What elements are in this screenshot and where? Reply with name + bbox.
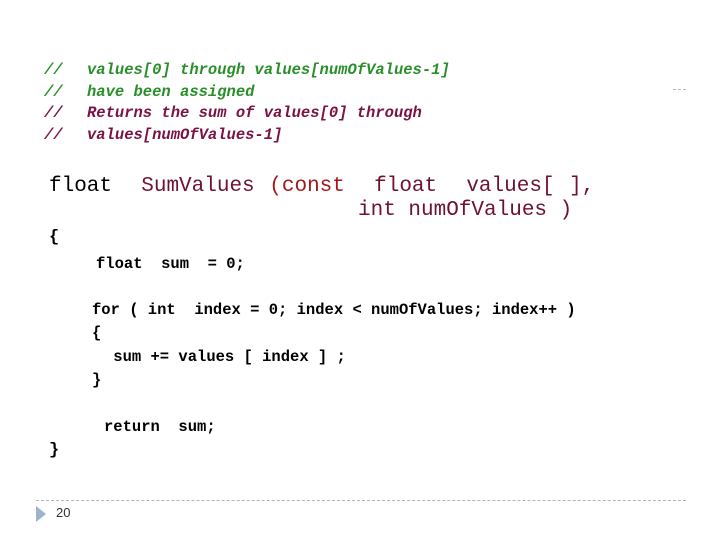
comment-line: // Returns the sum of values[0] through [44, 103, 450, 125]
slide: // values[0] through values[numOfValues-… [0, 0, 720, 540]
param-num-of-values: int numOfValues ) [358, 199, 573, 222]
comment-prefix: // [44, 104, 63, 122]
function-signature: float SumValues (const float values[ ], [49, 175, 594, 199]
function-close-brace: } [49, 441, 60, 460]
function-open-brace: { [49, 228, 60, 247]
comment-text: values[numOfValues-1] [87, 125, 283, 144]
param-values: float values[ ], [374, 175, 595, 198]
for-loop-header: for ( int index = 0; index < numOfValues… [92, 301, 576, 319]
comment-prefix: // [44, 82, 63, 101]
triangle-right-icon [36, 506, 46, 522]
for-close-brace: } [92, 371, 102, 389]
decorative-dash [673, 89, 686, 90]
comment-prefix: // [44, 61, 63, 79]
comment-text: Returns the sum of values[0] through [87, 104, 422, 122]
comment-text: values[0] through values[numOfValues-1] [87, 61, 450, 79]
comment-line: // values[0] through values[numOfValues-… [44, 60, 450, 82]
comment-line: // have been assigned [44, 82, 450, 104]
function-name: SumValues [141, 175, 255, 198]
accumulate-statement: sum += values [ index ] ; [104, 348, 346, 366]
footer-divider [36, 500, 686, 501]
for-open-brace: { [92, 324, 102, 342]
comment-block: // values[0] through values[numOfValues-… [44, 60, 450, 146]
comment-text: have been assigned [87, 82, 255, 101]
sum-declaration: float sum = 0; [96, 255, 245, 273]
const-keyword: (const [269, 175, 345, 198]
return-type: float [49, 175, 113, 198]
page-number: 20 [56, 505, 71, 520]
return-statement: return sum; [104, 418, 216, 436]
comment-prefix: // [44, 125, 63, 144]
comment-line: // values[numOfValues-1] [44, 125, 450, 147]
